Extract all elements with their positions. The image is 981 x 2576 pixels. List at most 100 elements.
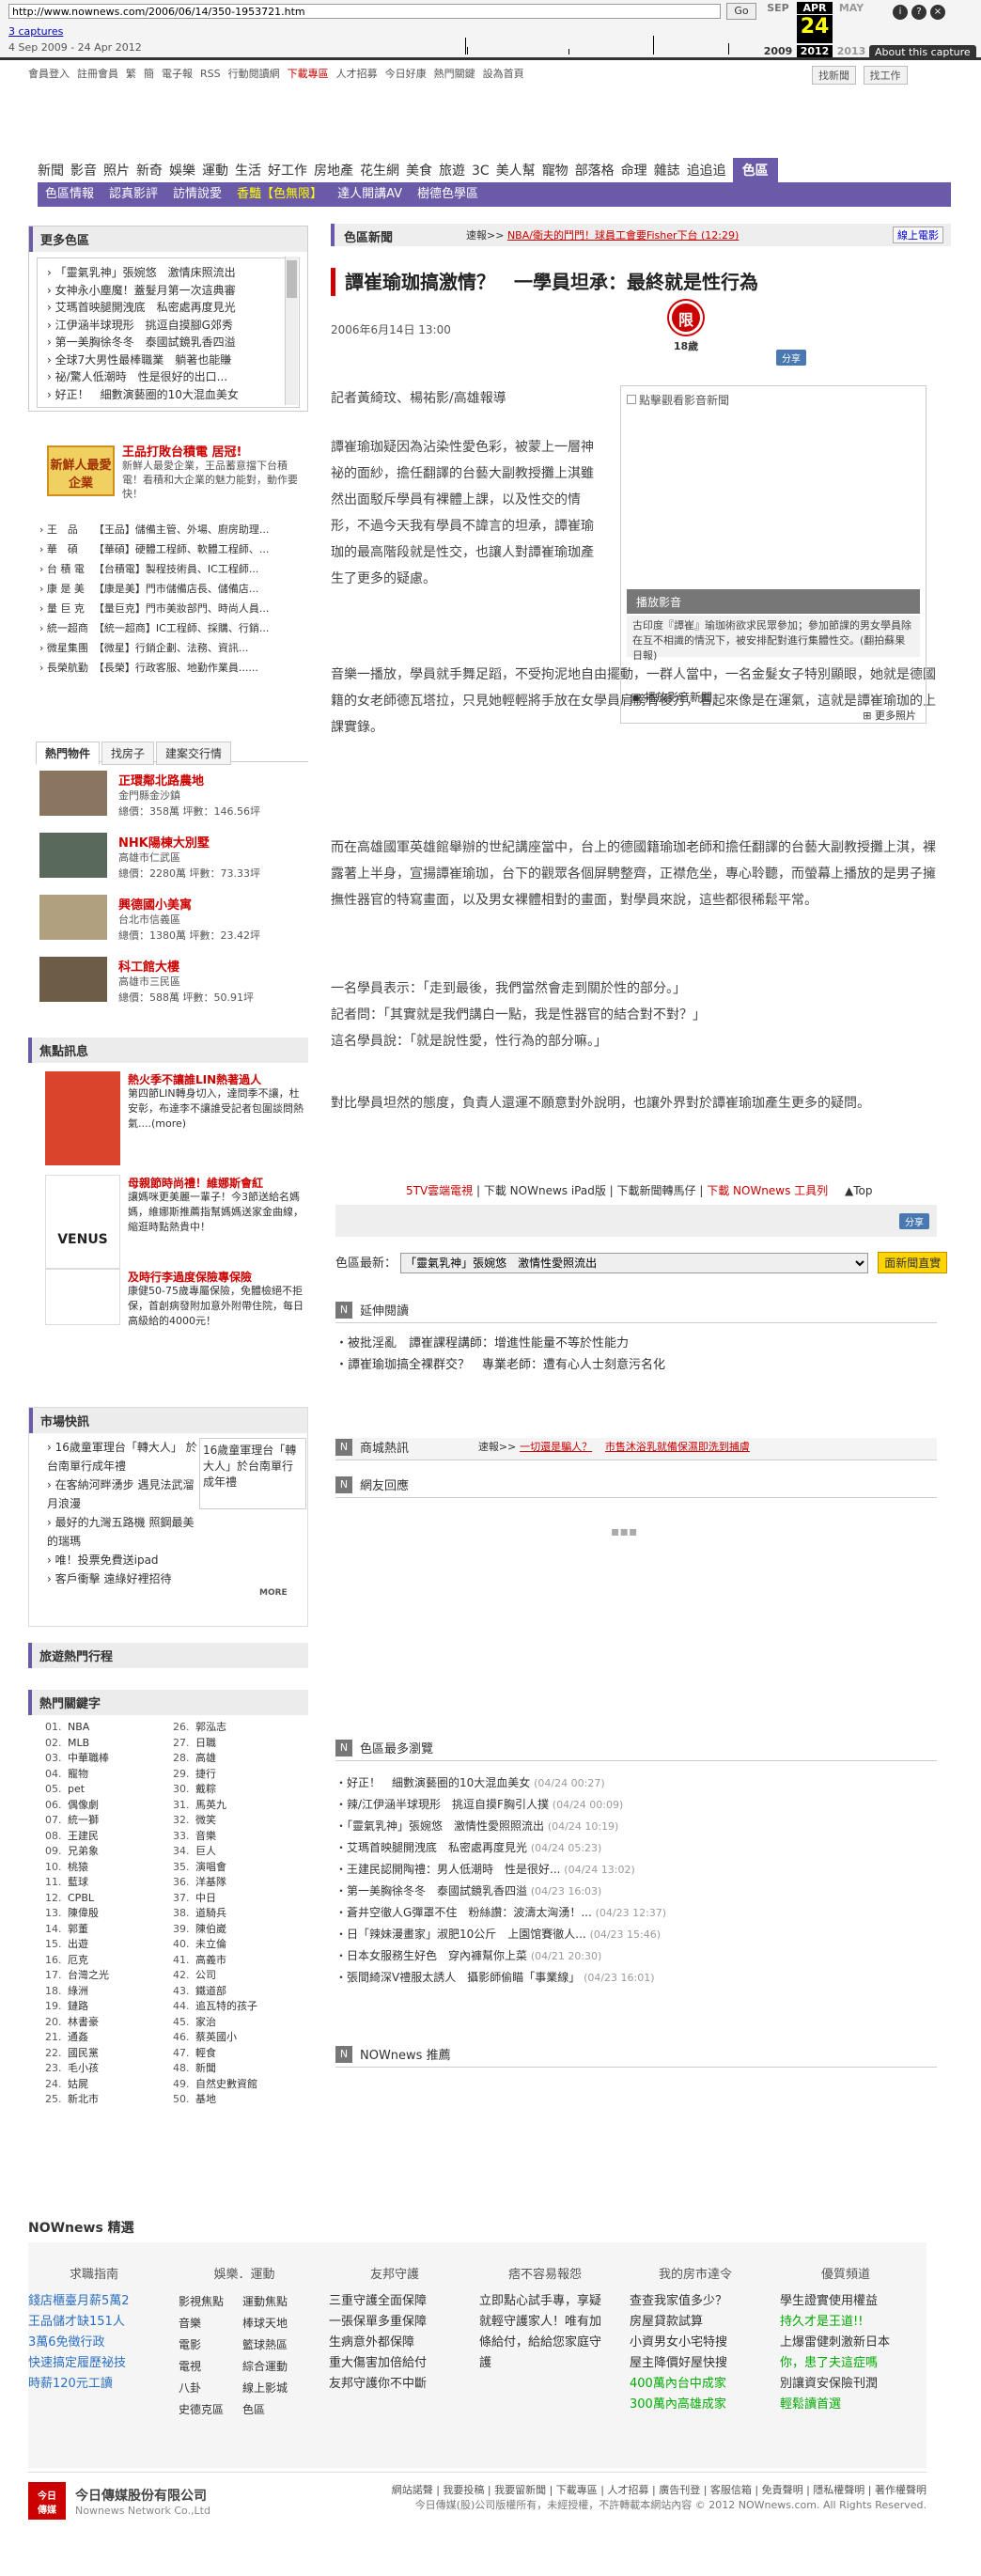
featured-link[interactable]: 錢店櫃臺月薪5萬2	[28, 2291, 160, 2312]
featured-link[interactable]: 輕鬆讀首選	[780, 2395, 911, 2415]
keyword-item[interactable]: 08. 王建民	[45, 1829, 109, 1845]
keyword-item[interactable]: 10. 桃猿	[45, 1860, 109, 1876]
house-listing[interactable]: NHK陽棟大別墅 高雄市仁武區 總價：2280萬 坪數：73.33坪	[39, 833, 303, 883]
wayback-sparkline[interactable]	[164, 26, 747, 56]
job-company[interactable]: 量 巨 克	[47, 599, 94, 618]
top-link[interactable]: 註冊會員	[77, 68, 118, 80]
wayback-url-input[interactable]	[8, 4, 721, 19]
subnav-item[interactable]: 訪情說愛	[173, 182, 222, 207]
more-item-text[interactable]: 好正！ 細數演藝圈的10大混血美女	[55, 388, 239, 401]
most-viewed-link[interactable]: 「靈氣乳神」張婉悠 激情性愛照照流出	[347, 1819, 544, 1833]
market-text[interactable]: 客戶衝擊 遠綠好裡招待	[55, 1572, 172, 1585]
more-item-text[interactable]: 全球7大男性最棒職業 躺著也能賺	[55, 353, 232, 367]
job-company[interactable]: 長榮航勤	[47, 658, 94, 678]
job-ad[interactable]: 新鮮人最愛企業 王品打敗台積電 居冠! 新鮮人最愛企業，王品蓄意擋下台積電！看積…	[28, 434, 308, 509]
focus-title[interactable]: 熱火季不讓誰LIN熱著過人	[128, 1071, 261, 1087]
search-job-button[interactable]: 找工作	[863, 66, 908, 85]
keyword-item[interactable]: 42. 公司	[173, 1968, 257, 1984]
market-item[interactable]: › 最好的九灣五路機 照鋼最美的瑞瑪	[47, 1513, 197, 1551]
keyword-link[interactable]: NBA	[68, 1721, 89, 1733]
market-item[interactable]: › 客戶衝擊 遠綠好裡招待	[47, 1569, 197, 1588]
month-prev[interactable]: SEP	[761, 2, 795, 14]
keyword-link[interactable]: 追瓦特的孩子	[195, 2000, 257, 2012]
most-viewed-link[interactable]: 第一美胸徐冬冬 泰國試鏡乳香四溢	[347, 1884, 527, 1897]
featured-link[interactable]: 時薪120元工讀	[28, 2374, 160, 2395]
keyword-link[interactable]: 鐵道部	[195, 1985, 226, 1997]
job-company[interactable]: 統一超商	[47, 618, 94, 638]
top-link[interactable]: 行動閱讀網	[228, 68, 280, 80]
most-viewed-item[interactable]: ・第一美胸徐冬冬 泰國試鏡乳香四溢 (04/23 16:03)	[335, 1881, 937, 1902]
most-viewed-item[interactable]: ・張間綺深V禮服太誘人 攝影師偷瞄「事業線」 (04/23 16:01)	[335, 1967, 937, 1989]
nav-item[interactable]: 花生網	[360, 161, 399, 180]
keyword-link[interactable]: 巨人	[195, 1845, 216, 1857]
extended-item[interactable]: ・譚崔瑜珈搞全裸群交？ 專業老師：遭有心人士刻意污名化	[335, 1354, 674, 1376]
job-desc[interactable]: 【長榮】行政客服、地勤作業員......	[94, 662, 258, 674]
keyword-item[interactable]: 07. 統一獅	[45, 1813, 109, 1829]
more-item-text[interactable]: 艾瑪首映腿開洩底 私密處再度見光	[55, 301, 236, 314]
keyword-item[interactable]: 21. 通姦	[45, 2030, 109, 2046]
nav-item[interactable]: 寵物	[542, 161, 568, 180]
play-video-news-link[interactable]: ▣ 播放影音新聞	[631, 689, 712, 705]
job-desc[interactable]: 【王品】儲備主管、外場、廚房助理...	[94, 523, 270, 536]
featured-link[interactable]: 屋主降價好屋快搜	[630, 2353, 761, 2374]
keyword-link[interactable]: 綠洲	[68, 1985, 88, 1997]
market-text[interactable]: 唯！投票免費送ipad	[55, 1553, 159, 1567]
keyword-item[interactable]: 04. 寵物	[45, 1767, 109, 1783]
more-item[interactable]: › 全球7大男性最棒職業 躺著也能賺	[47, 351, 289, 369]
top-link[interactable]: 下載專區	[288, 68, 329, 80]
keyword-item[interactable]: 13. 陳偉殷	[45, 1906, 109, 1922]
breadcrumb[interactable]: 色區新聞	[344, 227, 393, 245]
info-icon[interactable]: i	[893, 5, 908, 20]
more-item[interactable]: › 「靈氣乳神」張婉悠 激情床照流出	[47, 264, 289, 282]
keyword-item[interactable]: 16. 厄克	[45, 1953, 109, 1969]
job-row[interactable]: › 王 品【王品】儲備主管、外場、廚房助理...	[39, 520, 303, 539]
most-viewed-item[interactable]: ・王建民認開陶禮：男人低潮時 性是很好... (04/24 13:02)	[335, 1859, 937, 1881]
job-row[interactable]: › 統一超商 【統一超商】IC工程師、採購、行銷...	[39, 618, 303, 638]
market-text[interactable]: 在客納河畔湧步 遇見法武溜月浪漫	[47, 1478, 194, 1510]
keyword-link[interactable]: 寵物	[68, 1768, 88, 1780]
extended-item[interactable]: ・被批淫亂 譚崔課程講師：增進性能量不等於性能力	[335, 1333, 674, 1354]
keyword-link[interactable]: 高雄	[195, 1752, 216, 1764]
keyword-link[interactable]: 中華職棒	[68, 1752, 109, 1764]
extended-link[interactable]: 譚崔瑜珈搞全裸群交？ 專業老師：遭有心人士刻意污名化	[348, 1358, 665, 1372]
top-link[interactable]: 今日好康	[385, 68, 427, 80]
job-company[interactable]: 台 積 電	[47, 559, 94, 579]
keyword-link[interactable]: 基地	[195, 2093, 216, 2105]
more-item[interactable]: › 祕/驚人低潮時 性是很好的出口...	[47, 368, 289, 386]
featured-link[interactable]: 一張保單多重保障	[329, 2312, 460, 2333]
more-list-scrollbar[interactable]	[285, 257, 298, 405]
help-icon[interactable]: ?	[911, 5, 926, 20]
most-viewed-item[interactable]: ・「靈氣乳神」張婉悠 激情性愛照照流出 (04/24 10:19)	[335, 1816, 937, 1837]
most-viewed-link[interactable]: 日「辣妹漫畫家」淑肥10公斤 上園馆賽徹人...	[347, 1928, 586, 1941]
subnav-item[interactable]: 香豔【色無限】	[237, 182, 322, 207]
more-item-text[interactable]: 「靈氣乳神」張婉悠 激情床照流出	[55, 266, 236, 279]
nav-item[interactable]: 娛樂	[169, 161, 195, 180]
market-item[interactable]: › 16歲童軍理台「轉大人」 於台南單行成年禮	[47, 1438, 197, 1475]
latest-go-button[interactable]: 面新聞直實	[878, 1252, 948, 1273]
venus-logo[interactable]: VENUS	[45, 1175, 120, 1269]
year-prev[interactable]: 2009	[761, 45, 795, 57]
most-viewed-link[interactable]: 辣/江伊涵半球現形 挑逗自摸F胸引人撲	[347, 1798, 549, 1811]
market-text[interactable]: 最好的九灣五路機 照鋼最美的瑞瑪	[47, 1516, 194, 1548]
nav-item[interactable]: 房地產	[314, 161, 353, 180]
most-viewed-item[interactable]: ・日「辣妹漫畫家」淑肥10公斤 上園馆賽徹人... (04/23 15:46)	[335, 1924, 937, 1945]
featured-link[interactable]: 音樂	[179, 2313, 242, 2334]
job-row[interactable]: › 微星集團 【微星】行銷企劃、法務、資訊...	[39, 638, 303, 658]
keyword-item[interactable]: 25. 新北市	[45, 2092, 109, 2108]
keyword-item[interactable]: 46. 蔡英國小	[173, 2030, 257, 2046]
nav-item[interactable]: 新奇	[136, 161, 163, 180]
most-viewed-link[interactable]: 蒼井空徹人G彈罩不住 粉絲讚：波濤太洶湧！...	[347, 1906, 592, 1919]
house-image[interactable]	[39, 833, 107, 878]
keyword-item[interactable]: 11. 藍球	[45, 1875, 109, 1891]
keyword-link[interactable]: 捷行	[195, 1768, 216, 1780]
tab-hot-listings[interactable]: 熱門物件	[36, 742, 101, 765]
market-more-button[interactable]: MORE	[259, 1588, 288, 1598]
keyword-link[interactable]: 兄弟象	[68, 1845, 99, 1857]
keyword-item[interactable]: 47. 輕食	[173, 2046, 257, 2062]
keyword-item[interactable]: 45. 家治	[173, 2015, 257, 2031]
wayback-captures-link[interactable]: 3 captures	[8, 25, 63, 38]
featured-link[interactable]: 300萬內高雄成家	[630, 2395, 761, 2415]
keyword-item[interactable]: 29. 捷行	[173, 1767, 257, 1783]
nav-item[interactable]: 生活	[235, 161, 261, 180]
more-item[interactable]: › 江伊涵半球現形 挑逗自摸腳G郊秀	[47, 317, 289, 335]
